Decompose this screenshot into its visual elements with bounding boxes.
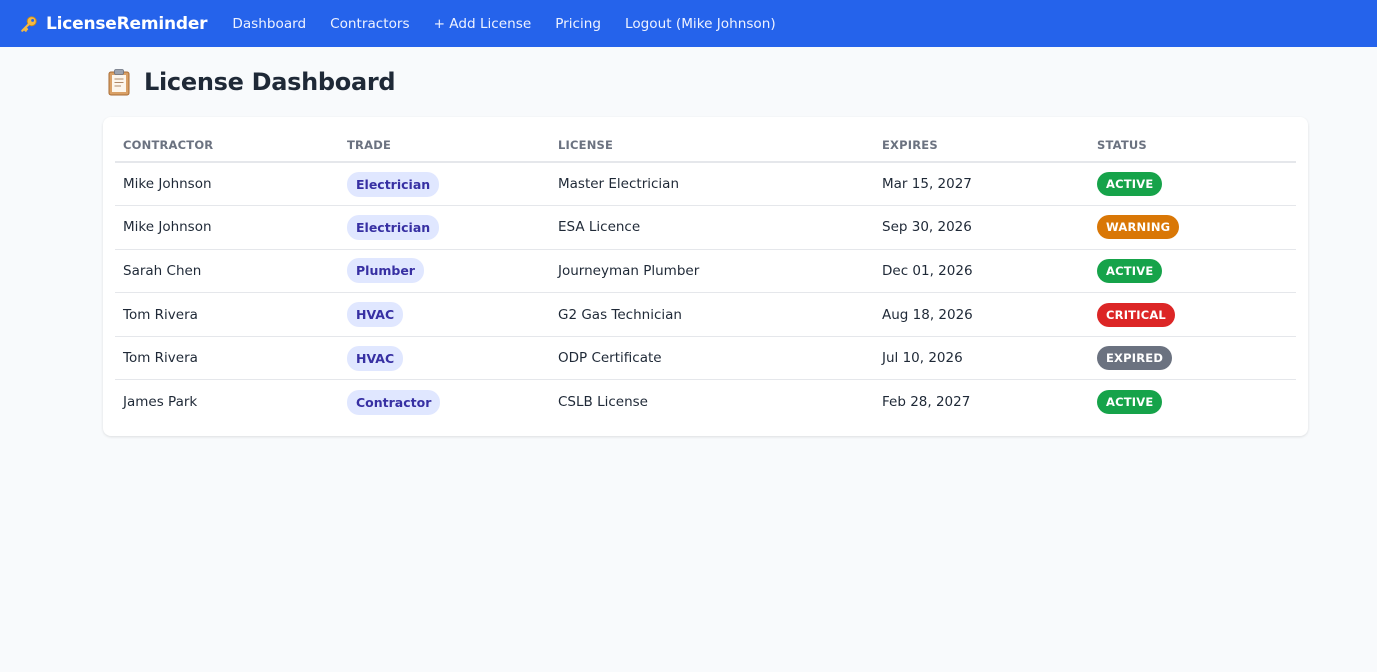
nav-dashboard[interactable]: Dashboard <box>232 16 306 32</box>
cell-status: CRITICAL <box>1089 292 1296 337</box>
main-content: License Dashboard CONTRACTOR TRADE LICEN… <box>103 47 1308 436</box>
brand-name: LicenseReminder <box>46 13 208 34</box>
cell-contractor: Sarah Chen <box>115 249 339 294</box>
key-icon <box>21 15 37 32</box>
table-row[interactable]: Mike Johnson Electrician ESA Licence Sep… <box>115 205 1296 250</box>
trade-pill: Contractor <box>347 389 441 415</box>
cell-expires: Sep 30, 2026 <box>874 205 1089 250</box>
table-body: Mike Johnson Electrician Master Electric… <box>115 162 1296 424</box>
cell-trade: Electrician <box>339 205 550 250</box>
status-badge: EXPIRED <box>1097 346 1173 371</box>
table-row[interactable]: James Park Contractor CSLB License Feb 2… <box>115 380 1296 424</box>
status-badge: WARNING <box>1097 215 1180 240</box>
cell-license: ODP Certificate <box>550 336 874 381</box>
table-header-row: CONTRACTOR TRADE LICENSE EXPIRES STATUS <box>115 129 1296 163</box>
table-row[interactable]: Sarah Chen Plumber Journeyman Plumber De… <box>115 249 1296 294</box>
cell-license: Journeyman Plumber <box>550 249 874 294</box>
nav-pricing[interactable]: Pricing <box>555 16 601 32</box>
cell-trade: HVAC <box>339 336 550 381</box>
cell-status: EXPIRED <box>1089 336 1296 381</box>
clipboard-icon <box>108 69 130 96</box>
header-contractor[interactable]: CONTRACTOR <box>115 129 339 163</box>
cell-license: ESA Licence <box>550 205 874 250</box>
cell-expires: Mar 15, 2027 <box>874 162 1089 207</box>
header-license[interactable]: LICENSE <box>550 129 874 163</box>
status-badge: ACTIVE <box>1097 258 1163 283</box>
licenses-card: CONTRACTOR TRADE LICENSE EXPIRES STATUS … <box>103 117 1308 436</box>
header-status[interactable]: STATUS <box>1089 129 1296 163</box>
trade-pill: HVAC <box>347 345 404 371</box>
trade-pill: Electrician <box>347 214 440 240</box>
cell-trade: HVAC <box>339 292 550 337</box>
trade-pill: Electrician <box>347 171 440 197</box>
nav-contractors[interactable]: Contractors <box>330 16 409 32</box>
cell-trade: Contractor <box>339 380 550 424</box>
cell-status: ACTIVE <box>1089 162 1296 207</box>
brand-logo[interactable]: LicenseReminder <box>20 13 208 34</box>
table-row[interactable]: Tom Rivera HVAC ODP Certificate Jul 10, … <box>115 336 1296 381</box>
top-navbar: LicenseReminder Dashboard Contractors + … <box>0 0 1377 47</box>
header-expires[interactable]: EXPIRES <box>874 129 1089 163</box>
cell-license: G2 Gas Technician <box>550 292 874 337</box>
cell-contractor: James Park <box>123 394 198 411</box>
cell-status: ACTIVE <box>1089 249 1296 294</box>
cell-trade: Plumber <box>339 249 550 294</box>
status-badge: CRITICAL <box>1097 302 1175 327</box>
header-trade[interactable]: TRADE <box>339 129 550 163</box>
licenses-table: CONTRACTOR TRADE LICENSE EXPIRES STATUS … <box>115 129 1296 424</box>
cell-expires: Feb 28, 2027 <box>882 394 971 411</box>
trade-pill: Plumber <box>347 258 424 284</box>
cell-license: Master Electrician <box>550 162 874 207</box>
cell-contractor: Mike Johnson <box>115 162 339 207</box>
cell-expires: Dec 01, 2026 <box>874 249 1089 294</box>
table-row[interactable]: Mike Johnson Electrician Master Electric… <box>115 162 1296 207</box>
status-badge: ACTIVE <box>1097 390 1163 415</box>
cell-contractor: Tom Rivera <box>115 292 339 337</box>
trade-pill: HVAC <box>347 302 404 328</box>
cell-status: ACTIVE <box>1089 380 1296 424</box>
table-row[interactable]: Tom Rivera HVAC G2 Gas Technician Aug 18… <box>115 292 1296 337</box>
cell-trade: Electrician <box>339 162 550 207</box>
cell-status: WARNING <box>1089 205 1296 250</box>
cell-contractor: Tom Rivera <box>115 336 339 381</box>
cell-contractor: Mike Johnson <box>115 205 339 250</box>
cell-expires: Aug 18, 2026 <box>874 292 1089 337</box>
nav-add-license[interactable]: + Add License <box>434 16 532 32</box>
status-badge: ACTIVE <box>1097 172 1163 197</box>
nav-logout[interactable]: Logout (Mike Johnson) <box>625 16 776 32</box>
cell-license: CSLB License <box>558 394 648 411</box>
cell-expires: Jul 10, 2026 <box>874 336 1089 381</box>
page-title: License Dashboard <box>144 68 396 96</box>
page-header: License Dashboard <box>103 47 1308 117</box>
